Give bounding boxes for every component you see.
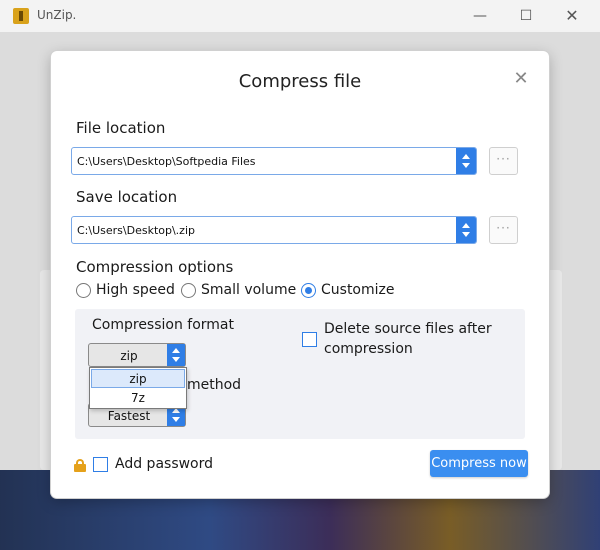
file-location-label: File location: [76, 119, 166, 137]
file-location-value: C:\Users\Desktop\Softpedia Files: [77, 155, 256, 168]
save-location-value: C:\Users\Desktop\.zip: [77, 224, 195, 237]
format-option-zip[interactable]: zip: [91, 369, 185, 388]
app-logo-icon: [13, 8, 29, 24]
compression-format-value: zip: [120, 349, 138, 363]
window-title: UnZip.: [37, 8, 77, 22]
file-location-spinner[interactable]: [456, 148, 476, 174]
delete-source-label-line1: Delete source files after: [324, 321, 492, 337]
compress-file-dialog: Compress file ✕ File location C:\Users\D…: [51, 51, 549, 498]
format-spinner[interactable]: [167, 344, 185, 366]
format-option-7z[interactable]: 7z: [91, 389, 185, 408]
chevron-down-icon: [462, 232, 470, 237]
customize-label[interactable]: Customize: [321, 282, 395, 298]
title-bar: UnZip. — ☐ ✕: [0, 0, 600, 32]
small-volume-radio[interactable]: [181, 283, 196, 298]
compression-format-label: Compression format: [92, 317, 235, 333]
chevron-up-icon: [172, 348, 180, 353]
window-close-button[interactable]: ✕: [550, 3, 594, 29]
add-password-label: Add password: [115, 456, 214, 472]
compression-format-dropdown: zip 7z: [89, 367, 187, 409]
save-location-spinner[interactable]: [456, 217, 476, 243]
customize-radio[interactable]: [301, 283, 316, 298]
add-password-checkbox[interactable]: [93, 457, 108, 472]
small-volume-label[interactable]: Small volume: [201, 282, 296, 298]
dialog-title: Compress file: [238, 71, 362, 92]
chevron-up-icon: [462, 223, 470, 228]
save-location-label: Save location: [76, 188, 178, 206]
delete-source-checkbox[interactable]: [302, 332, 317, 347]
high-speed-label[interactable]: High speed: [96, 282, 175, 298]
chevron-down-icon: [172, 417, 180, 422]
file-location-field[interactable]: C:\Users\Desktop\Softpedia Files: [71, 147, 477, 175]
high-speed-radio[interactable]: [76, 283, 91, 298]
chevron-down-icon: [462, 163, 470, 168]
dialog-close-icon[interactable]: ✕: [512, 70, 530, 88]
chevron-down-icon: [172, 357, 180, 362]
compression-method-label: method: [187, 377, 242, 393]
compression-options-label: Compression options: [76, 258, 234, 276]
save-location-field[interactable]: C:\Users\Desktop\.zip: [71, 216, 477, 244]
chevron-up-icon: [462, 154, 470, 159]
compression-format-select[interactable]: zip: [88, 343, 186, 367]
compression-method-value: Fastest: [107, 409, 151, 423]
maximize-button[interactable]: ☐: [504, 3, 548, 29]
file-location-browse-button[interactable]: ···: [489, 147, 518, 175]
compress-now-button[interactable]: Compress now: [430, 450, 528, 477]
lock-icon: [74, 459, 86, 472]
delete-source-label-line2: compression: [324, 341, 413, 357]
save-location-browse-button[interactable]: ···: [489, 216, 518, 244]
minimize-button[interactable]: —: [458, 3, 502, 29]
